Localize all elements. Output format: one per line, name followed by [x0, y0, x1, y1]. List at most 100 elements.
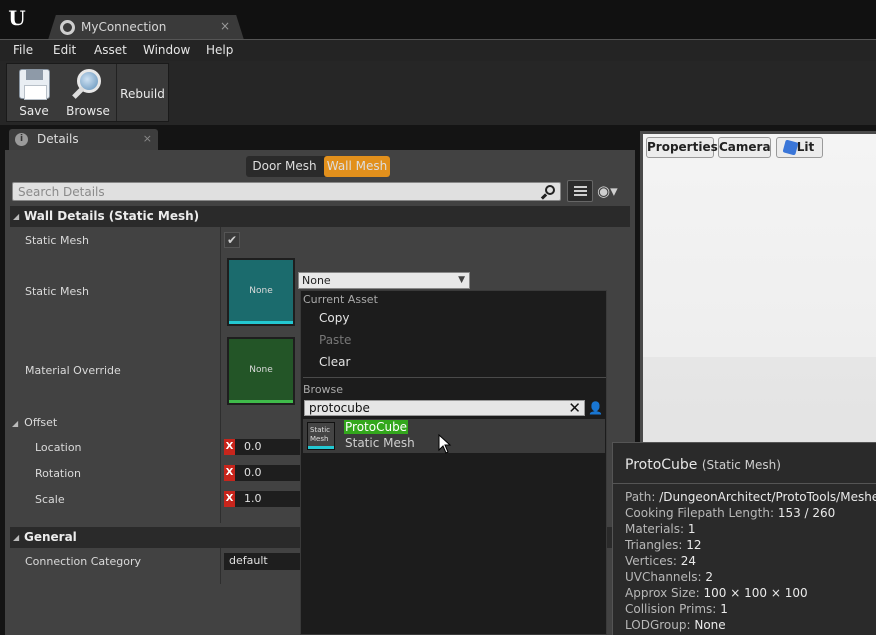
rotation-x-field[interactable]: X 0.0: [224, 465, 304, 481]
menu-help[interactable]: Help: [206, 43, 233, 57]
rotation-x-value: 0.0: [244, 466, 262, 479]
door-mesh-button[interactable]: Door Mesh: [246, 156, 323, 177]
browse-header: Browse: [303, 383, 344, 396]
browse-magnifier-icon: [72, 68, 103, 99]
general-title: General: [24, 530, 77, 544]
x-axis-badge: X: [224, 465, 235, 481]
search-details-box: [12, 182, 561, 201]
asset-search-text: protocube: [309, 401, 370, 415]
menu-asset[interactable]: Asset: [94, 43, 127, 57]
connection-category-field[interactable]: default: [224, 553, 304, 570]
clear-search-icon[interactable]: ✕: [568, 399, 581, 417]
paste-menu-item[interactable]: Paste: [319, 333, 351, 347]
rebuild-button[interactable]: Rebuild: [116, 64, 168, 121]
wall-details-title: Wall Details (Static Mesh): [24, 209, 200, 223]
asset-picker-popup: Current Asset Copy Paste Clear Browse pr…: [300, 290, 607, 635]
static-mesh-thumbnail[interactable]: None: [227, 258, 295, 326]
tooltip-row: Path: /DungeonArchitect/ProtoTools/Meshe…: [625, 490, 876, 504]
viewport-properties-button[interactable]: Properties: [646, 137, 718, 158]
toolbar: Save Browse Rebuild: [0, 61, 876, 125]
location-x-value: 0.0: [244, 440, 262, 453]
lit-label: Lit: [796, 140, 815, 154]
location-label: Location: [35, 441, 82, 454]
toolbar-group: Save Browse Rebuild: [6, 63, 169, 122]
search-icon: [540, 185, 555, 200]
column-divider: [220, 548, 221, 584]
asset-result-item[interactable]: Static Mesh ProtoCube Static Mesh: [303, 419, 605, 453]
tooltip-row: Materials: 1: [625, 522, 696, 536]
tooltip-row: Collision Prims: 1: [625, 602, 728, 616]
view-options-eye-icon[interactable]: ◉▾: [597, 183, 627, 200]
viewport-sky: [643, 134, 876, 357]
asset-result-type: Static Mesh: [345, 436, 415, 450]
x-axis-badge: X: [224, 439, 235, 455]
chevron-down-icon: ▼: [458, 275, 465, 285]
rotation-label: Rotation: [35, 467, 82, 480]
rebuild-label: Rebuild: [120, 87, 165, 101]
static-mesh-label: Static Mesh: [25, 285, 89, 298]
asset-result-name: ProtoCube: [344, 420, 409, 434]
asset-search-input[interactable]: protocube ✕: [304, 399, 585, 417]
menu-file[interactable]: File: [13, 43, 33, 57]
copy-menu-item[interactable]: Copy: [319, 311, 349, 325]
current-asset-header: Current Asset: [303, 293, 378, 306]
wall-mesh-button[interactable]: Wall Mesh: [324, 156, 390, 177]
expand-arrow-icon: ◢: [13, 212, 20, 221]
tab-close-icon[interactable]: ×: [220, 19, 230, 33]
tab-details[interactable]: i Details ×: [9, 129, 158, 150]
static-mesh-dropdown[interactable]: None ▼: [298, 272, 470, 289]
viewport-camera-button[interactable]: Camera: [718, 137, 771, 158]
menu-edit[interactable]: Edit: [53, 43, 76, 57]
unreal-logo-icon[interactable]: U: [5, 6, 29, 30]
expand-arrow-icon: ◢: [13, 533, 20, 542]
material-override-label: Material Override: [25, 364, 121, 377]
save-button[interactable]: Save: [9, 64, 59, 121]
save-floppy-icon: [19, 69, 50, 100]
connection-category-label: Connection Category: [25, 555, 141, 568]
expand-arrow-icon: ◢: [12, 419, 19, 428]
column-divider: [220, 227, 221, 523]
static-mesh-checkbox[interactable]: ✔: [224, 232, 240, 248]
popup-divider: [303, 377, 606, 378]
tooltip-divider: [613, 483, 876, 484]
asset-tooltip: ProtoCube (Static Mesh) Path: /DungeonAr…: [612, 442, 876, 635]
static-mesh-asset-icon: Static Mesh: [307, 422, 335, 450]
static-mesh-value: None: [302, 274, 331, 287]
static-mesh-toggle-label: Static Mesh: [25, 234, 89, 247]
location-x-field[interactable]: X 0.0: [224, 439, 304, 455]
save-label: Save: [19, 104, 49, 118]
tab-myconnection[interactable]: MyConnection ×: [48, 15, 244, 40]
scale-x-field[interactable]: X 1.0: [224, 491, 304, 507]
info-icon: i: [15, 133, 28, 146]
tooltip-asset-name: ProtoCube: [625, 457, 698, 473]
title-bar: U MyConnection ×: [0, 0, 876, 40]
details-tab-close-icon[interactable]: ×: [143, 132, 152, 145]
tooltip-title: ProtoCube (Static Mesh): [625, 457, 781, 473]
tooltip-row: Cooking Filepath Length: 153 / 260: [625, 506, 836, 520]
menu-window[interactable]: Window: [143, 43, 190, 57]
menu-bar: File Edit Asset Window Help: [0, 39, 876, 61]
mesh-segment-control: Door Mesh Wall Mesh: [246, 156, 390, 177]
tooltip-row: Triangles: 12: [625, 538, 702, 552]
tooltip-asset-type: (Static Mesh): [701, 458, 781, 472]
search-details-input[interactable]: [18, 184, 528, 199]
wall-details-header[interactable]: ◢ Wall Details (Static Mesh): [10, 206, 630, 227]
browse-label: Browse: [66, 104, 110, 118]
tab-title: MyConnection: [81, 20, 167, 34]
scale-x-value: 1.0: [244, 492, 262, 505]
tooltip-row: Vertices: 24: [625, 554, 697, 568]
tooltip-row: LODGroup: None: [625, 618, 726, 632]
material-thumbnail[interactable]: None: [227, 337, 295, 405]
mouse-cursor-icon: [438, 434, 452, 454]
details-tab-title: Details: [37, 132, 79, 146]
tooltip-row: UVChannels: 2: [625, 570, 714, 584]
clear-menu-item[interactable]: Clear: [319, 355, 350, 369]
user-filter-icon[interactable]: 👤: [587, 400, 604, 416]
browse-button[interactable]: Browse: [62, 64, 114, 121]
viewport-lit-button[interactable]: Lit: [776, 137, 823, 158]
property-matrix-button[interactable]: [567, 180, 593, 202]
offset-header[interactable]: ◢ Offset: [12, 416, 57, 429]
scale-label: Scale: [35, 493, 65, 506]
offset-title: Offset: [24, 416, 58, 429]
tooltip-row: Approx Size: 100 × 100 × 100: [625, 586, 808, 600]
